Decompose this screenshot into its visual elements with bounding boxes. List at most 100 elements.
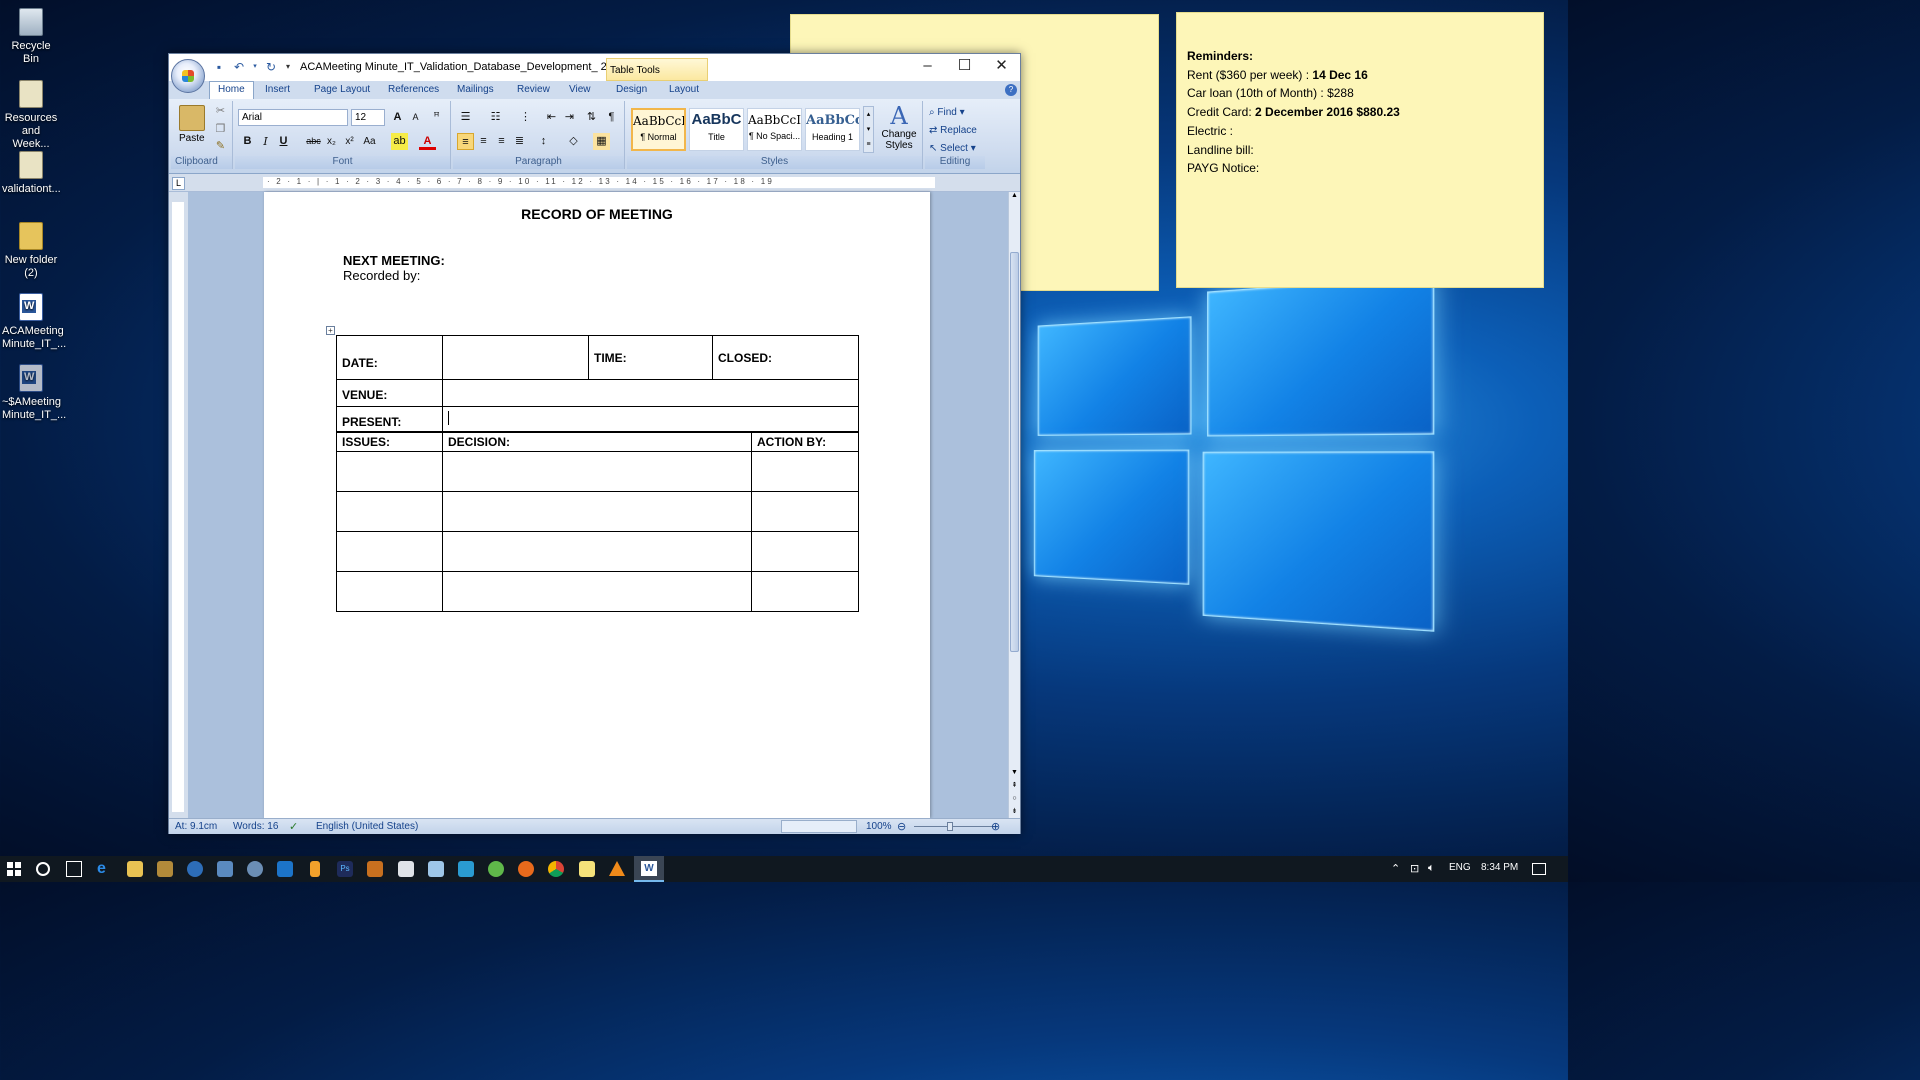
app-icon[interactable] [458, 861, 474, 877]
style-normal[interactable]: AaBbCcI ¶ Normal [631, 108, 686, 151]
action-center-icon[interactable] [1532, 863, 1546, 875]
app-icon[interactable] [187, 861, 203, 877]
align-right-icon[interactable]: ≡ [493, 133, 510, 150]
change-styles-button[interactable]: A Change Styles [881, 103, 917, 151]
language-indicator[interactable]: English (United States) [316, 821, 418, 832]
styles-scroll[interactable]: ▴ ▾ ≡ [863, 106, 874, 153]
view-buttons[interactable] [781, 820, 857, 833]
tab-page-layout[interactable]: Page Layout [314, 82, 370, 95]
app-icon[interactable] [310, 861, 320, 877]
browse-controls[interactable]: ▼ ⇞ ○ ⇟ [1009, 766, 1020, 818]
decrease-indent-icon[interactable]: ⇤ [543, 109, 560, 126]
photoshop-icon[interactable]: Ps [337, 861, 353, 877]
edge-icon[interactable]: e [97, 861, 113, 877]
table-row[interactable] [336, 451, 859, 492]
zoom-out-icon[interactable]: ⊖ [897, 820, 906, 833]
vlc-icon[interactable] [609, 861, 625, 876]
style-heading-1[interactable]: AaBbCc Heading 1 [805, 108, 860, 151]
start-button[interactable] [6, 861, 22, 877]
tab-review[interactable]: Review [517, 82, 550, 95]
close-icon[interactable]: ✕ [983, 54, 1020, 80]
style-no-spacing[interactable]: AaBbCcI ¶ No Spaci... [747, 108, 802, 151]
app-icon[interactable] [217, 861, 233, 877]
file-explorer-icon[interactable] [127, 861, 143, 877]
desktop-icon-validation[interactable]: validationt... [2, 151, 61, 196]
office-button[interactable] [171, 59, 205, 93]
scroll-up-icon[interactable]: ▲ [1009, 192, 1020, 206]
borders-icon[interactable]: ▦ [593, 133, 610, 150]
tab-mailings[interactable]: Mailings [457, 82, 494, 95]
proofing-icon[interactable]: ✓ [289, 820, 298, 833]
zoom-slider[interactable] [914, 826, 994, 827]
maximize-icon[interactable]: ☐ [946, 54, 983, 80]
table-move-handle-icon[interactable]: + [326, 326, 335, 335]
customize-qat-icon[interactable]: ▾ [283, 59, 293, 75]
store-icon[interactable] [277, 861, 293, 877]
table-row[interactable] [336, 571, 859, 612]
font-color-icon[interactable]: A [419, 133, 436, 150]
replace-button[interactable]: ⇄ Replace [929, 125, 977, 136]
present-cell[interactable] [442, 406, 859, 433]
style-title[interactable]: AaBbC Title [689, 108, 744, 151]
justify-icon[interactable]: ≣ [511, 133, 528, 150]
app-icon[interactable] [488, 861, 504, 877]
tab-selector-icon[interactable]: L [172, 177, 185, 190]
table-row[interactable] [336, 491, 859, 532]
sticky-note-2[interactable]: Reminders: Rent ($360 per week) : 14 Dec… [1176, 12, 1544, 288]
numbering-icon[interactable]: ☷ [487, 109, 504, 126]
vertical-ruler[interactable] [169, 192, 188, 818]
date-cell[interactable] [442, 335, 589, 380]
vertical-scrollbar[interactable]: ▲ ▼ ⇞ ○ ⇟ [1008, 192, 1020, 818]
firefox-icon[interactable] [518, 861, 534, 877]
desktop-icon-new-folder[interactable]: New folder (2) [2, 222, 60, 280]
superscript-icon[interactable]: x² [341, 133, 358, 150]
table-row[interactable] [336, 531, 859, 572]
chevron-up-icon[interactable]: ⌃ [1391, 862, 1400, 875]
sticky-notes-icon[interactable] [579, 861, 595, 877]
paste-button[interactable]: Paste [179, 133, 205, 144]
highlight-icon[interactable]: ab [391, 133, 408, 150]
show-formatting-icon[interactable]: ¶ [603, 109, 620, 126]
underline-icon[interactable]: U [275, 133, 292, 150]
calculator-icon[interactable] [398, 861, 414, 877]
italic-icon[interactable]: I [257, 133, 274, 150]
input-language[interactable]: ENG [1449, 862, 1471, 873]
app-icon[interactable] [428, 861, 444, 877]
venue-cell[interactable] [442, 379, 859, 407]
bold-icon[interactable]: B [239, 133, 256, 150]
cut-icon[interactable]: ✂ [212, 103, 229, 120]
help-icon[interactable]: ? [1005, 84, 1017, 96]
desktop-icon-recycle-bin[interactable]: Recycle Bin [2, 8, 60, 66]
tab-home[interactable]: Home [209, 81, 254, 99]
strikethrough-icon[interactable]: abc [305, 133, 322, 150]
app-icon[interactable] [157, 861, 173, 877]
cortana-icon[interactable] [36, 862, 50, 876]
word-count[interactable]: Words: 16 [233, 821, 278, 832]
format-painter-icon[interactable]: ✎ [212, 138, 229, 155]
volume-icon[interactable]: 🔈︎ [1428, 862, 1435, 875]
clock[interactable]: 8:34 PM [1481, 862, 1518, 873]
zoom-slider-thumb[interactable] [947, 822, 953, 831]
scroll-thumb[interactable] [1010, 252, 1019, 652]
zoom-in-icon[interactable]: ⊕ [991, 820, 1000, 833]
network-icon[interactable]: ⊡ [1410, 862, 1419, 875]
chrome-icon[interactable] [548, 861, 564, 877]
undo-dropdown-icon[interactable]: ▾ [251, 59, 259, 75]
redo-icon[interactable]: ↻ [263, 59, 279, 75]
clear-formatting-icon[interactable]: ꟸ [428, 109, 445, 126]
save-icon[interactable]: ▪ [211, 59, 227, 75]
grow-font-icon[interactable]: A [389, 109, 406, 126]
tab-view[interactable]: View [569, 82, 591, 95]
tab-design[interactable]: Design [616, 82, 647, 95]
minimize-icon[interactable]: – [909, 54, 946, 80]
shading-icon[interactable]: ◇ [565, 133, 582, 150]
copy-icon[interactable]: ❐ [212, 121, 229, 138]
desktop-icon-acameeting[interactable]: ACAMeeting Minute_IT_... [2, 293, 66, 351]
paste-icon[interactable] [179, 105, 205, 131]
document-page[interactable]: RECORD OF MEETING NEXT MEETING: Recorded… [264, 192, 930, 818]
font-size-select[interactable]: 12 [351, 109, 385, 126]
subscript-icon[interactable]: x₂ [323, 133, 340, 150]
font-family-select[interactable]: Arial [238, 109, 348, 126]
align-left-icon[interactable]: ≡ [457, 133, 474, 150]
tab-insert[interactable]: Insert [265, 82, 290, 95]
